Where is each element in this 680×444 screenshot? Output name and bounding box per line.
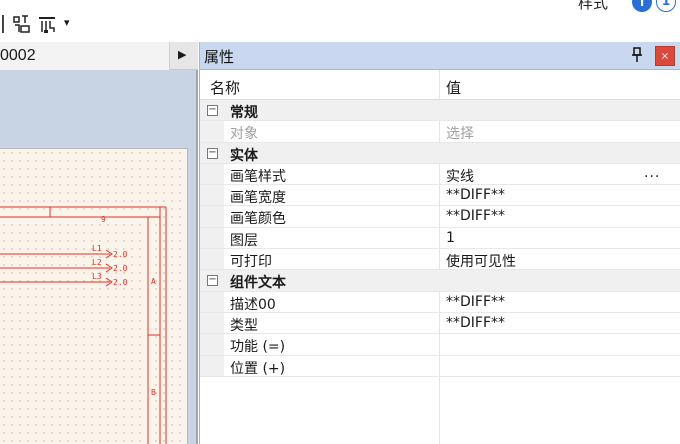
property-row[interactable]: 描述00 **DIFF** (200, 291, 680, 313)
properties-title: 属性 (204, 48, 235, 66)
top-toolbar: ▾ 样式 i 1 (0, 0, 680, 42)
property-value[interactable]: 1 (446, 230, 455, 246)
row-gutter (200, 291, 224, 312)
property-category-row[interactable]: − 实体 (200, 142, 680, 164)
style-label[interactable]: 样式 (578, 0, 608, 13)
wire-label-l1: L1 (92, 244, 102, 253)
property-name: 图层 (230, 232, 258, 249)
property-name: 类型 (230, 317, 258, 334)
wire-label-l3: L3 (92, 272, 102, 281)
properties-header: 属性 × (200, 42, 680, 70)
category-label: 实体 (230, 147, 258, 164)
wire-label-l2: L2 (92, 258, 102, 267)
zone-label-b: B (151, 388, 156, 397)
property-name: 画笔颜色 (230, 211, 286, 228)
property-row[interactable]: 对象 选择 (200, 121, 680, 143)
toolbar-dropdown-arrow[interactable]: ▾ (64, 16, 70, 29)
property-value[interactable]: **DIFF** (446, 315, 505, 331)
property-value[interactable]: **DIFF** (446, 208, 505, 224)
property-category-row[interactable]: − 组件文本 (200, 270, 680, 292)
property-row[interactable]: 画笔样式 实线... (200, 163, 680, 186)
document-tab-strip: 0002 ▶ (0, 42, 198, 70)
property-value[interactable]: 实线 (446, 166, 474, 186)
wire-tag: 2.0 (113, 264, 128, 273)
property-name: 对象 (230, 126, 258, 143)
row-gutter (200, 121, 224, 142)
terminal-icon[interactable] (38, 14, 56, 34)
row-gutter (200, 334, 224, 355)
row-gutter (200, 206, 224, 227)
category-label: 组件文本 (230, 275, 286, 292)
property-row[interactable]: 类型 **DIFF** (200, 312, 680, 335)
drawing-canvas[interactable]: 9 L1 L2 L3 2.0 2.0 2.0 A B (0, 70, 198, 444)
collapse-toggle-icon[interactable]: − (207, 275, 218, 287)
pin-icon[interactable] (630, 47, 644, 63)
property-row[interactable]: 位置 (+) (200, 355, 680, 377)
property-value[interactable]: 选择 (446, 123, 474, 143)
row-gutter (200, 227, 224, 249)
property-rows: − 常规 对象 选择 − 实体 画笔样式 实线... 画笔宽度 **DIFF** 画笔颜色 **DIF… (200, 100, 680, 377)
property-name: 可打印 (230, 254, 272, 271)
property-row[interactable]: 画笔颜色 **DIFF** (200, 206, 680, 228)
row-gutter (200, 185, 224, 206)
property-value[interactable]: 使用可见性 (446, 251, 516, 271)
info-icon[interactable]: i (632, 0, 652, 12)
column-header-value[interactable]: 值 (446, 77, 461, 98)
zone-label-a: A (151, 277, 156, 286)
property-grid: 名称 值 − 常规 对象 选择 − 实体 画笔样式 实线... 画笔宽度 **DIFF** 画笔颜色… (200, 70, 680, 444)
document-tab[interactable]: 0002 (0, 42, 170, 70)
tab-scroll-right-icon[interactable]: ▶ (178, 48, 186, 61)
property-name: 画笔样式 (230, 168, 286, 185)
category-label: 常规 (230, 105, 258, 121)
wire-tag: 2.0 (113, 250, 128, 259)
property-name: 位置 (+) (230, 360, 286, 377)
property-row[interactable]: 画笔宽度 **DIFF** (200, 185, 680, 207)
property-row[interactable]: 图层 1 (200, 227, 680, 250)
panel-splitter[interactable] (196, 70, 198, 444)
row-gutter (200, 163, 224, 185)
column-header-name[interactable]: 名称 (210, 77, 240, 98)
grid-empty-area (200, 377, 680, 437)
column-number: 9 (101, 215, 106, 224)
property-name: 描述00 (230, 296, 276, 313)
row-gutter (200, 355, 224, 376)
property-name: 画笔宽度 (230, 190, 286, 207)
close-button[interactable]: × (655, 46, 675, 66)
row-gutter (200, 249, 224, 270)
property-row[interactable]: 功能 (=) (200, 334, 680, 356)
symbol-insert-icon[interactable] (12, 14, 30, 34)
collapse-toggle-icon[interactable]: − (207, 105, 218, 116)
column-header-row: 名称 值 (200, 70, 680, 100)
schematic-sheet[interactable]: 9 L1 L2 L3 2.0 2.0 2.0 A B (0, 148, 188, 444)
help-icon[interactable]: 1 (656, 0, 676, 12)
property-row[interactable]: 可打印 使用可见性 (200, 249, 680, 271)
collapse-toggle-icon[interactable]: − (207, 147, 218, 159)
property-name: 功能 (=) (230, 339, 286, 356)
toolbar-separator (2, 15, 4, 33)
property-category-row[interactable]: − 常规 (200, 100, 680, 122)
properties-panel: 属性 × 名称 值 − 常规 对象 选择 − 实体 画笔样式 实线... 画笔宽度 **DIFF*… (199, 42, 680, 444)
wire-tag: 2.0 (113, 278, 128, 287)
schematic-drawing: 9 L1 L2 L3 2.0 2.0 2.0 A B (0, 206, 167, 444)
property-value[interactable]: **DIFF** (446, 187, 505, 203)
row-gutter (200, 312, 224, 334)
property-value[interactable]: **DIFF** (446, 294, 505, 310)
ellipsis-button[interactable]: ... (644, 165, 660, 181)
